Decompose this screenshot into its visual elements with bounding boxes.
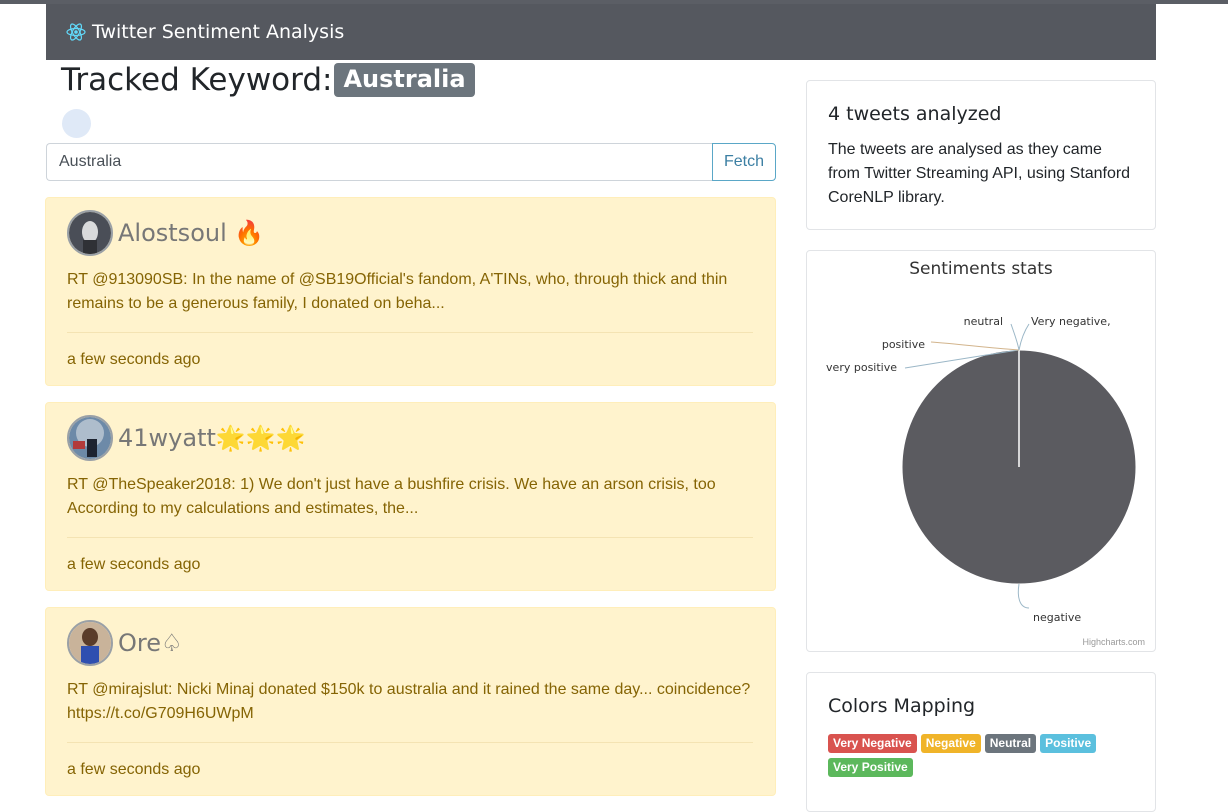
divider (67, 332, 753, 333)
react-atom-icon (66, 22, 86, 42)
tweet-username[interactable]: Ore♤ (118, 629, 183, 657)
tweet-text: RT @913090SB: In the name of @SB19Offici… (67, 271, 728, 312)
tweet-text: RT @TheSpeaker2018: 1) We don't just hav… (67, 476, 716, 517)
color-badges: Very Negative Negative Neutral Positive Very… (828, 734, 1138, 782)
tweets-count-title: 4 tweets analyzed (828, 103, 1002, 125)
page-title: Tracked Keyword: Australia (61, 62, 475, 98)
color-badge: Positive (1040, 734, 1097, 753)
tweet-text: RT @mirajslut: Nicki Minaj donated $150k… (67, 681, 751, 722)
keyword-badge: Australia (334, 63, 475, 97)
tweet-username[interactable]: Alostsoul 🔥 (118, 219, 264, 247)
tweet-username[interactable]: 41wyatt🌟🌟🌟 (118, 424, 306, 452)
summary-text: The tweets are analysed as they came fro… (828, 141, 1131, 206)
color-badge: Neutral (984, 734, 1037, 753)
navbar: Twitter Sentiment Analysis (46, 4, 1156, 60)
app-title[interactable]: Twitter Sentiment Analysis (92, 21, 344, 43)
chart-title: Sentiments stats (909, 259, 1053, 279)
label-connector (1010, 323, 1020, 351)
slice-label: very positive (826, 361, 897, 374)
slice-label: neutral (964, 315, 1003, 328)
tweet-time: a few seconds ago (67, 761, 201, 778)
colors-mapping-card: Colors Mapping Very Negative Negative Neut… (806, 672, 1156, 812)
tweet-time: a few seconds ago (67, 351, 201, 368)
label-connector (930, 341, 1020, 351)
summary-card: 4 tweets analyzed The tweets are analyse… (806, 80, 1156, 230)
divider (67, 537, 753, 538)
label-connector (1018, 323, 1030, 351)
slice-label: positive (882, 338, 925, 351)
divider (67, 742, 753, 743)
search-form: Fetch (46, 143, 776, 181)
keyword-input[interactable] (46, 143, 712, 181)
colors-mapping-title: Colors Mapping (828, 695, 976, 717)
label-connector (1017, 583, 1030, 609)
color-badge: Negative (920, 734, 981, 753)
sentiment-pie-chart: negative very positive positive neutral Very… (826, 315, 1137, 624)
avatar (67, 620, 113, 666)
fetch-button[interactable]: Fetch (712, 143, 776, 181)
avatar (67, 210, 113, 256)
chart-card: Sentiments stats negative very positive po… (806, 250, 1156, 652)
page-title-prefix: Tracked Keyword: (61, 62, 333, 98)
tweet-card: Ore♤ RT @mirajslut: Nicki Minaj donated … (45, 607, 776, 796)
avatar (67, 415, 113, 461)
chart-credits[interactable]: Highcharts.com (1082, 637, 1145, 647)
slice-label: negative (1033, 611, 1081, 624)
loading-spinner (62, 109, 91, 138)
tweet-card: Alostsoul 🔥 RT @913090SB: In the name of… (45, 197, 776, 386)
tweet-time: a few seconds ago (67, 556, 201, 573)
tweet-card: 41wyatt🌟🌟🌟 RT @TheSpeaker2018: 1) We don… (45, 402, 776, 591)
slice-label: Very negative, (1031, 315, 1111, 328)
color-badge: Very Positive (828, 758, 913, 777)
color-badge: Very Negative (828, 734, 917, 753)
